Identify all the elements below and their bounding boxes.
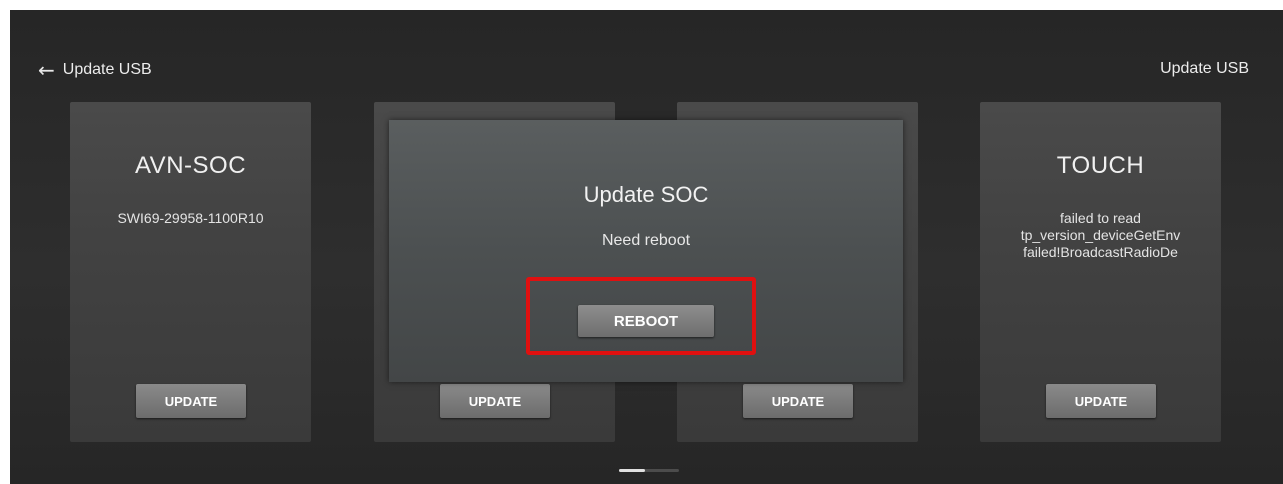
card-touch: TOUCH failed to read tp_version_deviceGe… xyxy=(980,102,1221,442)
page-title: Update USB xyxy=(1160,60,1249,77)
card-avn-soc: AVN-SOC SWI69-29958-1100R10 UPDATE xyxy=(70,102,311,442)
update-button-2[interactable]: UPDATE xyxy=(440,384,550,418)
update-button-touch[interactable]: UPDATE xyxy=(1046,384,1156,418)
update-usb-screen: ← Update USB Update USB AVN-SOC SWI69-29… xyxy=(10,10,1283,484)
back-button[interactable]: ← Update USB xyxy=(38,57,152,83)
card-version: SWI69-29958-1100R10 xyxy=(117,210,264,226)
dialog-message: Need reboot xyxy=(601,232,691,249)
back-label: Update USB xyxy=(62,61,152,78)
page-indicator-active xyxy=(619,469,645,472)
reboot-button[interactable]: REBOOT xyxy=(578,305,714,337)
update-button-avn-soc[interactable]: UPDATE xyxy=(136,384,246,418)
page-indicator xyxy=(619,469,679,472)
card-version: failed to read tp_version_deviceGetEnv f… xyxy=(1020,210,1181,260)
card-title: AVN-SOC xyxy=(134,152,247,179)
update-button-3[interactable]: UPDATE xyxy=(743,384,853,418)
dialog-title: Update SOC xyxy=(583,182,709,207)
update-soc-dialog: Update SOC Need reboot REBOOT xyxy=(389,120,903,382)
left-arrow-icon: ← xyxy=(38,58,55,82)
card-title: TOUCH xyxy=(1056,152,1145,179)
